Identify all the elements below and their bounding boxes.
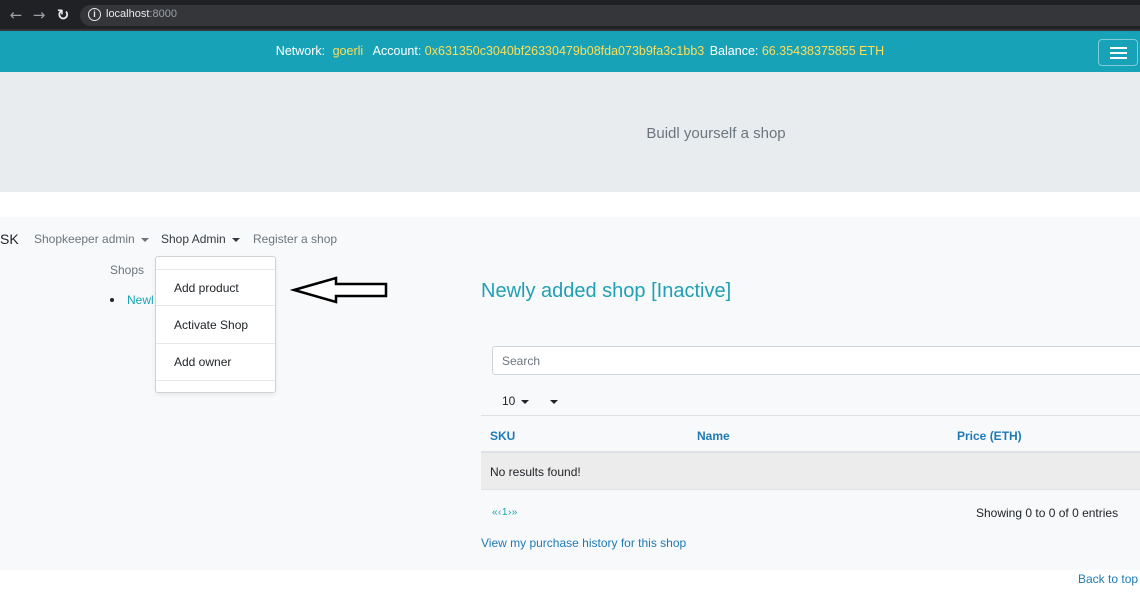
balance-value: 66.35438375855 ETH <box>761 44 885 58</box>
account-info: Network: goerli Account: 0x631350c3040bf… <box>0 44 1140 58</box>
browser-toolbar: ← → ↻ i localhost:8000 <box>0 0 1140 31</box>
page-size-select[interactable]: 10 <box>502 394 530 408</box>
left-arrow-icon <box>290 276 388 304</box>
account-info-bar: Network: goerli Account: 0x631350c3040bf… <box>0 31 1140 72</box>
url-host: localhost <box>106 8 150 20</box>
empty-message: No results found! <box>490 465 581 479</box>
entries-info: Showing 0 to 0 of 0 entries <box>976 506 1119 520</box>
table-header: SKU Name Price (ETH) <box>481 415 1140 453</box>
pagination[interactable]: «‹1›» <box>492 507 518 518</box>
search-input[interactable] <box>492 346 1140 375</box>
caret-down-icon <box>521 399 530 404</box>
url-port: :8000 <box>149 8 177 20</box>
bullet-icon <box>110 298 114 302</box>
column-header-sku[interactable]: SKU <box>490 429 515 443</box>
nav-shop-admin-label: Shop Admin <box>161 232 226 246</box>
caret-down-icon <box>231 237 240 242</box>
nav-shopkeeper-admin-label: Shopkeeper admin <box>34 232 135 246</box>
hamburger-menu-icon[interactable] <box>1098 39 1138 66</box>
hamburger-line <box>1110 57 1127 59</box>
back-arrow-icon[interactable]: ← <box>8 7 24 23</box>
network-value: goerli <box>332 44 364 58</box>
nav-shopkeeper-admin[interactable]: Shopkeeper admin <box>34 232 149 246</box>
caret-down-icon <box>140 237 149 242</box>
products-table: SKU Name Price (ETH) No results found! <box>481 415 1140 490</box>
shop-admin-dropdown: Add product Activate Shop Add owner <box>155 256 276 393</box>
nav-shop-admin[interactable]: Shop Admin <box>161 232 240 246</box>
hamburger-line <box>1110 52 1127 54</box>
account-value: 0x631350c3040bf26330479b08fda073b9fa3c1b… <box>424 44 705 58</box>
shops-heading: Shops <box>110 263 145 277</box>
account-label: Account: <box>372 44 422 58</box>
reload-icon[interactable]: ↻ <box>55 7 71 23</box>
address-bar[interactable]: i localhost:8000 <box>80 5 1140 26</box>
network-label: Network: <box>275 44 326 58</box>
back-to-top-link[interactable]: Back to top <box>1078 572 1138 586</box>
dropdown-item-activate-shop[interactable]: Activate Shop <box>156 307 275 344</box>
caret-down-icon[interactable] <box>550 400 558 404</box>
dropdown-item-add-owner[interactable]: Add owner <box>156 344 275 381</box>
sidebar-shop-link[interactable]: Newl <box>127 293 154 307</box>
url-text: localhost:8000 <box>106 8 177 20</box>
main-content: SK Shopkeeper admin Shop Admin Register … <box>0 217 1140 570</box>
column-header-name[interactable]: Name <box>697 429 730 443</box>
shop-title: Newly added shop [Inactive] <box>481 280 732 302</box>
jumbotron-text: Buidl yourself a shop <box>646 125 786 142</box>
nav-register-shop[interactable]: Register a shop <box>253 232 337 246</box>
info-circle-icon[interactable]: i <box>88 8 101 21</box>
forward-arrow-icon[interactable]: → <box>31 7 47 23</box>
dropdown-item-add-product[interactable]: Add product <box>156 269 275 306</box>
purchase-history-link[interactable]: View my purchase history for this shop <box>481 536 686 550</box>
hamburger-line <box>1110 47 1127 49</box>
balance-label: Balance: <box>709 44 759 58</box>
table-row: No results found! <box>481 453 1140 490</box>
page-size-value: 10 <box>502 394 516 408</box>
brand[interactable]: SK <box>0 231 19 247</box>
jumbotron: Buidl yourself a shop <box>0 72 1140 192</box>
column-header-price[interactable]: Price (ETH) <box>957 429 1022 443</box>
